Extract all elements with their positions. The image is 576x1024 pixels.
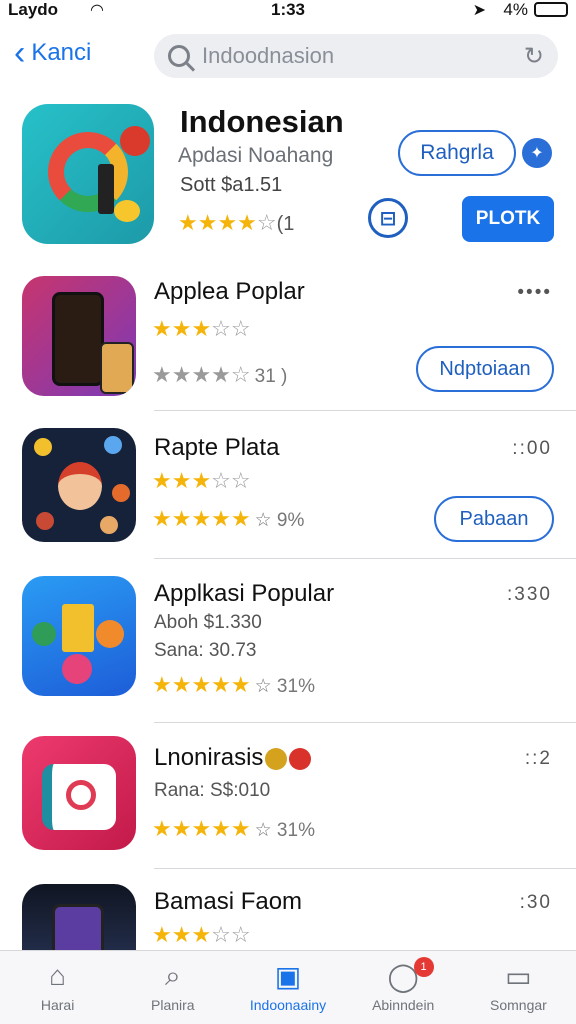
divider: [154, 558, 576, 559]
more-menu-icon[interactable]: :30: [520, 892, 552, 914]
more-menu-icon[interactable]: ::2: [525, 748, 552, 770]
tab-bar: ⌂ Harai ⌕ Planira ▣ Indoonaainy ◯ 1 Abin…: [0, 950, 576, 1024]
nav-bar: ‹ Kanci Indoodnasion ↻: [0, 30, 576, 82]
tab-label: Planira: [151, 997, 195, 1013]
rating-stars: ★★★☆☆: [152, 468, 251, 493]
rating-stars: ★★★☆☆: [152, 316, 251, 341]
rating-stars-secondary: ★★★★★ ☆ 9%: [152, 506, 305, 531]
app-name-text: Lnonirasis: [154, 744, 264, 771]
app-price: Aboh $1.330: [154, 612, 262, 633]
featured-rating-count: (1: [276, 213, 295, 235]
back-button[interactable]: ‹ Kanci: [14, 34, 92, 72]
search-icon: ⌕: [164, 959, 181, 991]
battery-icon: [534, 2, 568, 17]
featured-app: Indonesian Apdasi Noahang Sott $a1.51 ★★…: [0, 100, 576, 250]
verified-icon: ✦: [522, 138, 552, 168]
app-meta: Sana: 30.73: [154, 640, 257, 661]
tab-label: Harai: [40, 997, 75, 1013]
app-name: Applkasi Popular: [154, 580, 335, 607]
featured-title: Indonesian: [180, 104, 344, 139]
share-icon[interactable]: ⊟: [368, 198, 408, 238]
badge-icon: [289, 747, 312, 770]
app-name: Lnonirasis: [154, 744, 312, 772]
tab-label: Abinndein: [372, 997, 435, 1013]
tab-search[interactable]: ⌕ Planira: [115, 951, 230, 1024]
status-bar: Laydo ◠ 1:33 ➤ 4%: [0, 0, 576, 22]
divider: [154, 868, 576, 869]
app-icon: [22, 576, 136, 696]
list-item[interactable]: Applea Poplar ★★★☆☆ ★★★★☆ 31 ) •••• Ndpto…: [0, 276, 576, 396]
list-item[interactable]: Rapte Plata ★★★☆☆ ★★★★★ ☆ 9% ::00 Pabaan: [0, 428, 576, 544]
location-icon: ➤: [472, 2, 486, 19]
more-menu-icon[interactable]: ••••: [517, 282, 552, 304]
rating-count: ☆ 31%: [254, 676, 315, 697]
tab-apps[interactable]: ▣ Indoonaainy: [230, 951, 345, 1024]
battery-percent: 4%: [503, 0, 528, 19]
tab-monitor[interactable]: ▭ Somngar: [461, 951, 576, 1024]
featured-app-icon[interactable]: [22, 104, 154, 244]
rating-stars-secondary: ★★★★☆ 31 ): [152, 362, 288, 387]
app-icon: [22, 276, 136, 396]
search-field[interactable]: Indoodnasion ↻: [154, 34, 558, 78]
app-icon: [22, 428, 136, 542]
rating-stars: ★★★★★ ☆ 31%: [152, 816, 315, 841]
app-icon: [22, 736, 136, 850]
divider: [154, 410, 576, 411]
chevron-left-icon: ‹: [14, 34, 26, 72]
rating-stars: ★★★★★ ☆ 31%: [152, 672, 315, 697]
get-button[interactable]: Pabaan: [434, 496, 554, 542]
more-menu-icon[interactable]: ::00: [512, 438, 552, 460]
status-time: 1:33: [270, 0, 306, 19]
featured-subtitle: Apdasi Noahang: [178, 144, 334, 167]
featured-action-button[interactable]: PLOTK: [462, 196, 554, 242]
reload-icon[interactable]: ↻: [524, 42, 544, 71]
notification-badge: 1: [413, 957, 434, 977]
app-icon: [22, 884, 136, 950]
list-item[interactable]: Lnonirasis Rana: S$:010 ★★★★★ ☆ 31% ::2: [0, 736, 576, 856]
list-item[interactable]: Applkasi Popular Aboh $1.330 Sana: 30.73…: [0, 576, 576, 698]
app-price: Rana: S$:010: [154, 780, 271, 801]
divider: [154, 722, 576, 723]
app-name: Applea Poplar: [154, 278, 305, 305]
featured-rating: ★★★★☆(1: [178, 210, 295, 235]
home-icon: ⌂: [49, 960, 67, 991]
list-item[interactable]: Bamasi Faom ★★★☆☆ :30: [0, 884, 576, 950]
tab-home[interactable]: ⌂ Harai: [0, 951, 115, 1024]
app-name: Bamasi Faom: [154, 888, 303, 915]
apps-icon: ▣: [274, 960, 302, 992]
search-input[interactable]: Indoodnasion: [202, 43, 524, 69]
tab-chat[interactable]: ◯ 1 Abinndein: [346, 951, 461, 1024]
back-label: Kanci: [31, 39, 92, 66]
rating-count: ☆ 9%: [254, 510, 305, 531]
rating-count: ☆ 31%: [254, 820, 315, 841]
rating-stars: ★★★☆☆: [152, 922, 251, 947]
featured-price: Sott $a1.51: [180, 174, 283, 196]
featured-get-button[interactable]: Rahgrla: [398, 130, 516, 176]
more-menu-icon[interactable]: :330: [507, 584, 552, 606]
badge-icon: [265, 747, 288, 770]
monitor-icon: ▭: [505, 960, 532, 992]
get-button[interactable]: Ndptoiaan: [416, 346, 554, 392]
app-name: Rapte Plata: [154, 434, 280, 461]
search-icon: [168, 45, 190, 67]
tab-label: Somngar: [490, 997, 547, 1013]
rating-count: 31 ): [254, 366, 288, 387]
tab-label: Indoonaainy: [249, 997, 327, 1013]
